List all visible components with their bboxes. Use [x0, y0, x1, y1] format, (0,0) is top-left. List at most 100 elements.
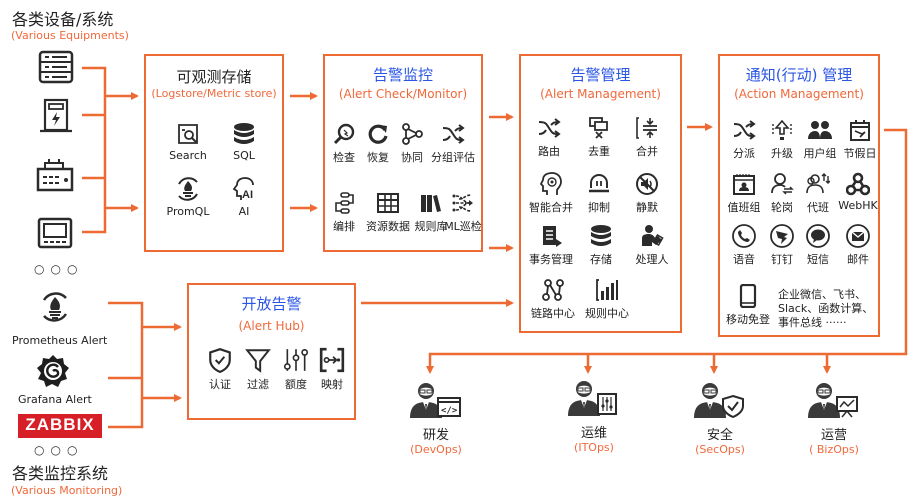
brain-head-icon — [539, 172, 562, 195]
more-equipments: ○○○ — [34, 262, 84, 276]
sliders-icon — [283, 349, 309, 371]
action-box: 通知(行动) 管理 (Action Management) 分派 升级 用户组 节假日… — [718, 54, 880, 337]
storage-item-search[interactable]: Search — [166, 122, 210, 162]
management-item[interactable]: 路由 — [529, 116, 569, 159]
monitor-title: 告警监控 — [372, 66, 433, 84]
svg-text:AI: AI — [242, 189, 253, 201]
refresh-icon — [368, 124, 388, 144]
storage-item-promql[interactable]: PromQL — [164, 176, 212, 218]
merge-icon — [636, 117, 657, 139]
hub-item[interactable]: 额度 — [279, 347, 313, 392]
source-grafana-alert: Grafana Alert — [18, 393, 92, 406]
monitor-item[interactable]: 分组评估 — [425, 122, 481, 165]
action-item[interactable]: 代班 — [800, 172, 836, 215]
prometheus-icon — [42, 292, 68, 322]
hub-item[interactable]: 认证 — [203, 347, 237, 392]
management-item[interactable]: 处理人 — [627, 224, 677, 267]
upgrade-icon — [772, 119, 792, 140]
storage-box: 可观测存储 (Logstore/Metric store) Search SQL… — [144, 54, 284, 252]
action-item[interactable]: 邮件 — [838, 224, 878, 267]
svg-text:</>: </> — [441, 406, 458, 416]
calendar-icon — [850, 120, 870, 141]
network-device-icon — [36, 159, 74, 192]
bar-rules-icon — [596, 279, 618, 301]
prometheus-icon — [178, 177, 198, 201]
action-item[interactable]: 分派 — [724, 118, 764, 161]
power-cabinet-icon — [40, 98, 72, 133]
duty-calendar-icon — [733, 174, 755, 195]
management-item[interactable]: 事务管理 — [521, 224, 581, 267]
shield-check-icon — [209, 348, 231, 373]
ai-head-icon: AI — [232, 177, 254, 201]
management-item[interactable]: 链路中心 — [523, 278, 583, 321]
share-nodes-icon — [402, 123, 423, 145]
action-item[interactable]: 语音 — [724, 224, 764, 267]
action-item[interactable]: 节假日 — [838, 118, 882, 161]
security-person-icon — [694, 383, 744, 419]
suppress-icon — [589, 174, 609, 193]
grafana-icon — [37, 355, 69, 387]
hub-item[interactable]: 过滤 — [241, 347, 275, 392]
more-channels: 企业微信、飞书、 Slack、函数计算、 事件总线 ······ — [778, 288, 874, 329]
action-item[interactable]: 值班组 — [722, 172, 766, 215]
management-item[interactable]: 智能合并 — [521, 172, 581, 215]
management-item[interactable]: 规则中心 — [577, 278, 637, 321]
dingtalk-icon — [770, 224, 794, 248]
monitor-item[interactable]: 恢复 — [363, 122, 393, 165]
management-item[interactable]: 抑制 — [579, 172, 619, 215]
ops-persona: 运营 ( BizOps) — [806, 380, 862, 456]
phone-icon — [732, 224, 756, 248]
dedupe-icon — [589, 117, 608, 139]
hub-subtitle: (Alert Hub) — [238, 319, 305, 333]
equipments-title: 各类设备/系统 — [12, 10, 114, 29]
ops-persona: 安全 (SecOps) — [692, 380, 748, 456]
zabbix-logo: ZABBIX — [18, 414, 102, 438]
monitoring-subtitle: (Various Monitoring) — [11, 484, 123, 497]
monitor-device-icon — [37, 217, 73, 249]
management-title: 告警管理 — [570, 66, 631, 84]
management-item[interactable]: 存储 — [581, 224, 621, 267]
management-item[interactable]: 静默 — [627, 172, 667, 215]
storage-item-ai[interactable]: AI AI — [226, 176, 262, 218]
management-item[interactable]: 去重 — [579, 116, 619, 159]
user-group-icon — [808, 121, 832, 139]
table-icon — [377, 193, 399, 213]
books-icon — [421, 195, 441, 212]
hub-item[interactable]: 映射 — [315, 347, 349, 392]
search-doc-icon — [178, 124, 198, 144]
shuffle-icon — [733, 120, 756, 140]
monitoring-title: 各类监控系统 — [12, 464, 109, 483]
management-box: 告警管理 (Alert Management) 路由 去重 合并 智能合并 抑制 静默 事务… — [519, 54, 682, 333]
source-prometheus-alert: Prometheus Alert — [12, 334, 108, 347]
action-item[interactable]: 升级 — [762, 118, 802, 161]
monitor-item[interactable]: 资源数据 — [361, 191, 415, 234]
more-monitoring: ○○○ — [34, 443, 84, 457]
action-item[interactable]: WebHK — [836, 172, 880, 212]
database-icon — [234, 123, 254, 144]
management-item[interactable]: 合并 — [627, 116, 667, 159]
monitor-item[interactable]: ML巡检 — [443, 191, 483, 234]
sms-icon — [806, 224, 830, 248]
monitor-item[interactable]: 编排 — [327, 191, 361, 234]
ml-flow-icon — [452, 194, 473, 212]
mail-icon — [846, 224, 870, 248]
server-icon — [38, 50, 74, 84]
action-subtitle: (Action Management) — [734, 87, 864, 101]
storage-item-sql[interactable]: SQL — [224, 122, 264, 162]
action-item[interactable]: 短信 — [800, 224, 836, 267]
action-item[interactable]: 钉钉 — [764, 224, 800, 267]
monitor-item[interactable]: 检查 — [329, 122, 359, 165]
monitor-subtitle: (Alert Check/Monitor) — [338, 87, 468, 101]
action-title: 通知(行动) 管理 — [745, 66, 853, 84]
monitor-item[interactable]: 协同 — [397, 122, 427, 165]
action-item[interactable]: 用户组 — [798, 118, 842, 161]
hub-box: 开放告警 (Alert Hub) 认证 过滤 额度 映射 — [187, 283, 356, 420]
mute-icon — [636, 173, 658, 195]
action-item[interactable]: 移动免登 — [720, 284, 776, 327]
action-item[interactable]: 轮岗 — [764, 172, 800, 215]
monitor-box: 告警监控 (Alert Check/Monitor) 检查 恢复 协同 分组评估编排资… — [323, 54, 483, 252]
developer-icon: </> — [410, 383, 461, 418]
person-reading-icon — [642, 225, 664, 246]
ops-persona: 运维 (ITOps) — [566, 378, 622, 454]
rotate-user-icon — [771, 173, 794, 195]
